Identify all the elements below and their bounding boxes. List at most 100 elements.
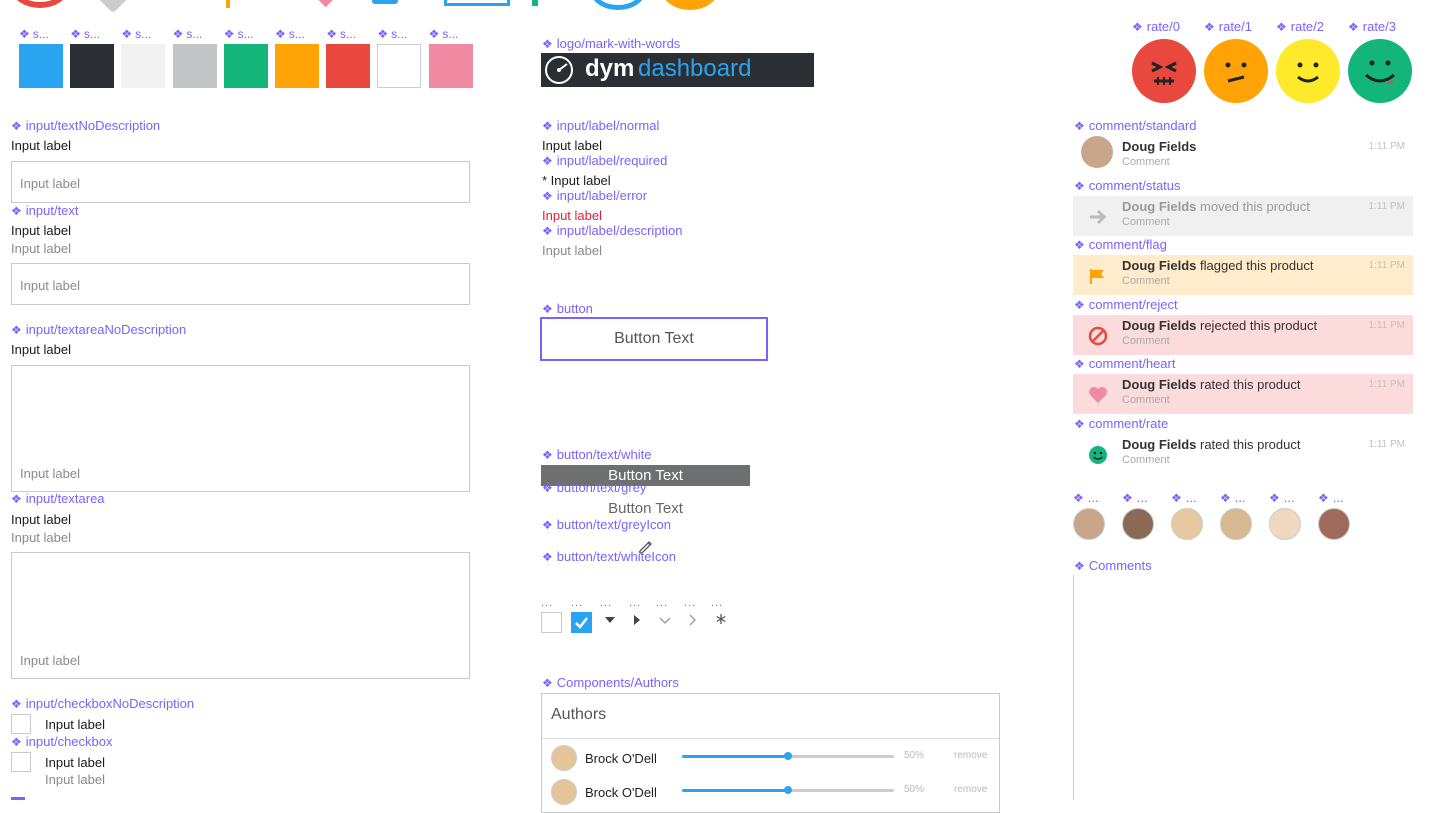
comment-row: Doug Fields rated this product Comment 1:1… bbox=[1073, 374, 1413, 414]
arrow-right-icon bbox=[1087, 206, 1109, 228]
input-description: Input label bbox=[11, 530, 71, 545]
component-label: input/label/required bbox=[542, 153, 668, 168]
rate-label: rate/0 bbox=[1132, 19, 1180, 34]
component-label: button/text/whiteIcon bbox=[542, 549, 676, 564]
comment-author: Doug Fields bbox=[1122, 139, 1197, 154]
info-icon bbox=[590, 0, 646, 10]
comment-sub: Comment bbox=[1122, 156, 1170, 168]
color-swatch bbox=[428, 44, 473, 88]
cropped-label bbox=[11, 794, 181, 800]
rate-label: rate/1 bbox=[1204, 19, 1252, 34]
slider[interactable] bbox=[682, 752, 894, 760]
swatch-label: s... bbox=[19, 27, 49, 41]
checkbox-label: Input label bbox=[45, 755, 105, 770]
logo-word-dym: dym bbox=[585, 55, 635, 82]
comment-action: rejected this product bbox=[1196, 317, 1318, 333]
comment-action: rated this product bbox=[1196, 436, 1301, 452]
heart-icon bbox=[315, 0, 335, 8]
record-icon bbox=[12, 0, 68, 8]
avatar-label: ... bbox=[1220, 490, 1246, 505]
component-label: comment/flag bbox=[1074, 237, 1167, 252]
component-label: comment/heart bbox=[1074, 356, 1176, 371]
slider-handle[interactable] bbox=[784, 752, 792, 760]
comment-sub: Comment bbox=[1122, 394, 1170, 406]
author-row: Brock O'Dell 50% remove bbox=[542, 778, 999, 808]
checkbox-checked[interactable] bbox=[571, 612, 592, 633]
small-component-labels: ..................... bbox=[541, 597, 741, 609]
authors-title: Authors bbox=[551, 706, 607, 723]
check-icon bbox=[532, 0, 538, 6]
chevron-down-icon[interactable] bbox=[659, 616, 671, 626]
swatch-label: s... bbox=[173, 27, 202, 41]
comment-text: Doug Fields rejected this product bbox=[1122, 318, 1317, 333]
small-label: ... bbox=[629, 597, 642, 609]
remove-link[interactable]: remove bbox=[954, 784, 987, 795]
slider-fill bbox=[682, 755, 788, 758]
component-label: button bbox=[542, 301, 593, 316]
textarea-input[interactable]: Input label bbox=[11, 552, 470, 679]
checkbox[interactable] bbox=[11, 714, 31, 734]
avatar bbox=[1269, 508, 1301, 540]
comment-author: Doug Fields bbox=[1122, 436, 1197, 452]
logo-word-dashboard: dashboard bbox=[638, 55, 752, 82]
avatar-row: .................. bbox=[1073, 490, 1363, 545]
heart-icon bbox=[1087, 384, 1109, 406]
input-placeholder: Input label bbox=[20, 278, 80, 293]
comment-row: Doug Fields Comment 1:11 PM bbox=[1073, 136, 1413, 176]
comment-author: Doug Fields bbox=[1122, 198, 1197, 214]
color-swatch bbox=[326, 44, 371, 88]
primary-button[interactable]: Button Text bbox=[540, 317, 768, 361]
comment-row: Doug Fields flagged this product Comment 1… bbox=[1073, 255, 1413, 295]
small-label: ... bbox=[571, 597, 584, 609]
color-swatch bbox=[19, 44, 63, 88]
comment-time: 1:11 PM bbox=[1368, 260, 1406, 271]
component-label: logo/mark-with-words bbox=[542, 36, 681, 51]
chevron-right-icon[interactable] bbox=[688, 614, 698, 626]
checkbox[interactable] bbox=[11, 752, 31, 772]
twitter-icon bbox=[372, 0, 398, 4]
percent: 50% bbox=[904, 750, 925, 761]
slider-handle[interactable] bbox=[784, 786, 792, 794]
avatar bbox=[551, 779, 577, 805]
comment-row: Doug Fields rated this product Comment 1:1… bbox=[1073, 433, 1413, 474]
component-label: button/text/white bbox=[542, 447, 652, 462]
comment-text: Doug Fields rated this product bbox=[1122, 377, 1300, 392]
component-label: input/label/description bbox=[542, 223, 683, 238]
slider[interactable] bbox=[682, 786, 894, 794]
swatch-label: s... bbox=[326, 27, 356, 41]
comment-author: Doug Fields bbox=[1122, 317, 1197, 333]
component-label: button/text/grey bbox=[542, 480, 647, 495]
caret-right-icon[interactable] bbox=[632, 614, 642, 626]
comment-row: Doug Fields rejected this product Comment… bbox=[1073, 314, 1413, 355]
checkbox-label: Input label bbox=[45, 717, 105, 732]
component-label: input/label/error bbox=[542, 188, 647, 203]
color-swatch bbox=[377, 44, 422, 88]
author-name: Brock O'Dell bbox=[585, 751, 657, 766]
check-icon bbox=[575, 617, 588, 629]
comment-action: rated this product bbox=[1196, 377, 1301, 392]
component-label: input/textNoDescription bbox=[11, 118, 160, 133]
divider bbox=[542, 738, 999, 739]
swatch-label: s... bbox=[429, 27, 458, 41]
text-input[interactable]: Input label bbox=[11, 263, 470, 305]
text-input[interactable]: Input label bbox=[11, 161, 470, 203]
checkbox-empty[interactable] bbox=[541, 612, 562, 633]
avatar-label: ... bbox=[1269, 490, 1295, 505]
remove-link[interactable]: remove bbox=[954, 750, 987, 761]
authors-panel: Authors Brock O'Dell 50% remove Brock O'Del… bbox=[541, 693, 1000, 813]
rate-label: rate/3 bbox=[1348, 19, 1396, 34]
avatar-label: ... bbox=[1318, 490, 1344, 505]
rate-label: rate/2 bbox=[1276, 19, 1324, 34]
swatch-label: s... bbox=[377, 27, 407, 41]
avatar-label: ... bbox=[1073, 490, 1099, 505]
swatch-label: s... bbox=[275, 27, 305, 41]
comment-time: 1:11 PM bbox=[1368, 141, 1406, 152]
comment-sub: Comment bbox=[1122, 215, 1170, 228]
text-button-grey[interactable]: Button Text bbox=[541, 499, 750, 519]
comment-action: moved this product bbox=[1196, 198, 1310, 214]
component-label: input/text bbox=[11, 203, 79, 218]
comment-action: flagged this product bbox=[1196, 258, 1314, 273]
caret-down-icon[interactable] bbox=[604, 615, 616, 625]
textarea-input[interactable]: Input label bbox=[11, 365, 470, 492]
comment-time: 1:11 PM bbox=[1368, 438, 1406, 450]
